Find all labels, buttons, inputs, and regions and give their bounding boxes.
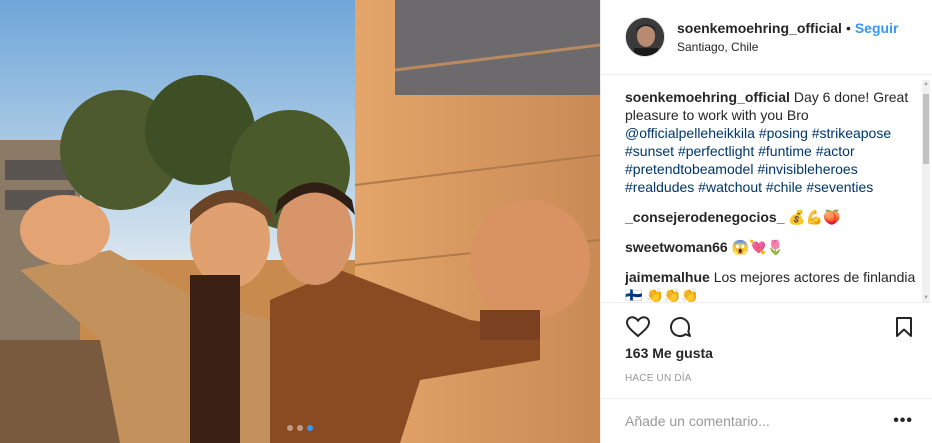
comment-item: sweetwoman66 😱💘🌷 — [625, 238, 919, 256]
avatar[interactable] — [625, 17, 665, 57]
post-panel: soenkemoehring_official • Seguir Santiag… — [600, 0, 932, 443]
bookmark-icon[interactable] — [891, 314, 917, 340]
hashtag-link[interactable]: #funtime — [758, 143, 812, 159]
comment-username[interactable]: sweetwoman66 — [625, 239, 728, 255]
scroll-down-arrow-icon[interactable]: ▼ — [922, 294, 930, 302]
hashtag-link[interactable]: #watchout — [698, 179, 762, 195]
comments-scrollbar[interactable]: ▲ ▼ — [922, 80, 930, 302]
hashtag-link[interactable]: #invisibleheroes — [757, 161, 857, 177]
hashtag-link[interactable]: #perfectlight — [678, 143, 754, 159]
scroll-thumb[interactable] — [923, 94, 929, 164]
hashtag-link[interactable]: #chile — [766, 179, 803, 195]
header-user-line: soenkemoehring_official • Seguir — [677, 20, 898, 36]
more-options-icon[interactable]: ••• — [893, 412, 913, 430]
carousel-dot[interactable] — [287, 425, 293, 431]
comment-item: _consejerodenegocios_ 💰💪🍑 — [625, 208, 919, 226]
hashtag-link[interactable]: #sunset — [625, 143, 674, 159]
post-header: soenkemoehring_official • Seguir Santiag… — [601, 0, 932, 75]
header-text: soenkemoehring_official • Seguir Santiag… — [677, 20, 898, 54]
carousel-dot[interactable] — [297, 425, 303, 431]
location-link[interactable]: Santiago, Chile — [677, 40, 898, 54]
comment-username[interactable]: soenkemoehring_official — [625, 89, 790, 105]
post-timestamp[interactable]: HACE UN DÍA — [625, 373, 692, 384]
likes-count[interactable]: 163 Me gusta — [625, 345, 713, 361]
hashtag-link[interactable]: #actor — [816, 143, 855, 159]
post-caption: soenkemoehring_official Day 6 done! Grea… — [625, 88, 919, 196]
post-photo[interactable] — [0, 0, 600, 443]
comments-list[interactable]: soenkemoehring_official Day 6 done! Grea… — [625, 76, 919, 302]
action-bar — [601, 302, 932, 350]
scroll-up-arrow-icon[interactable]: ▲ — [922, 80, 930, 88]
avatar-image — [626, 18, 664, 56]
comment-username[interactable]: _consejerodenegocios_ — [625, 209, 785, 225]
header-username[interactable]: soenkemoehring_official — [677, 20, 842, 36]
hashtag-link[interactable]: #realdudes — [625, 179, 694, 195]
add-comment-bar: ••• — [601, 398, 932, 443]
comment-icon[interactable] — [667, 314, 693, 340]
hashtag-link[interactable]: @officialpelleheikkila — [625, 125, 755, 141]
hashtag-link[interactable]: #pretendtobeamodel — [625, 161, 753, 177]
hashtag-link[interactable]: #strikeapose — [812, 125, 891, 141]
comment-input[interactable] — [625, 413, 894, 429]
hashtag-link[interactable]: #posing — [759, 125, 808, 141]
hashtag-link[interactable]: #seventies — [806, 179, 873, 195]
comment-username[interactable]: jaimemalhue — [625, 269, 710, 285]
photo-illustration — [0, 0, 600, 443]
comment-text: 💰💪🍑 — [788, 209, 841, 225]
comment-text: 😱💘🌷 — [731, 239, 784, 255]
carousel-indicator — [0, 425, 600, 431]
follow-button[interactable]: Seguir — [855, 20, 899, 36]
carousel-dot-active[interactable] — [307, 425, 313, 431]
comment-item: jaimemalhue Los mejores actores de finla… — [625, 268, 919, 302]
heart-icon[interactable] — [625, 314, 651, 340]
header-separator: • — [845, 20, 851, 36]
